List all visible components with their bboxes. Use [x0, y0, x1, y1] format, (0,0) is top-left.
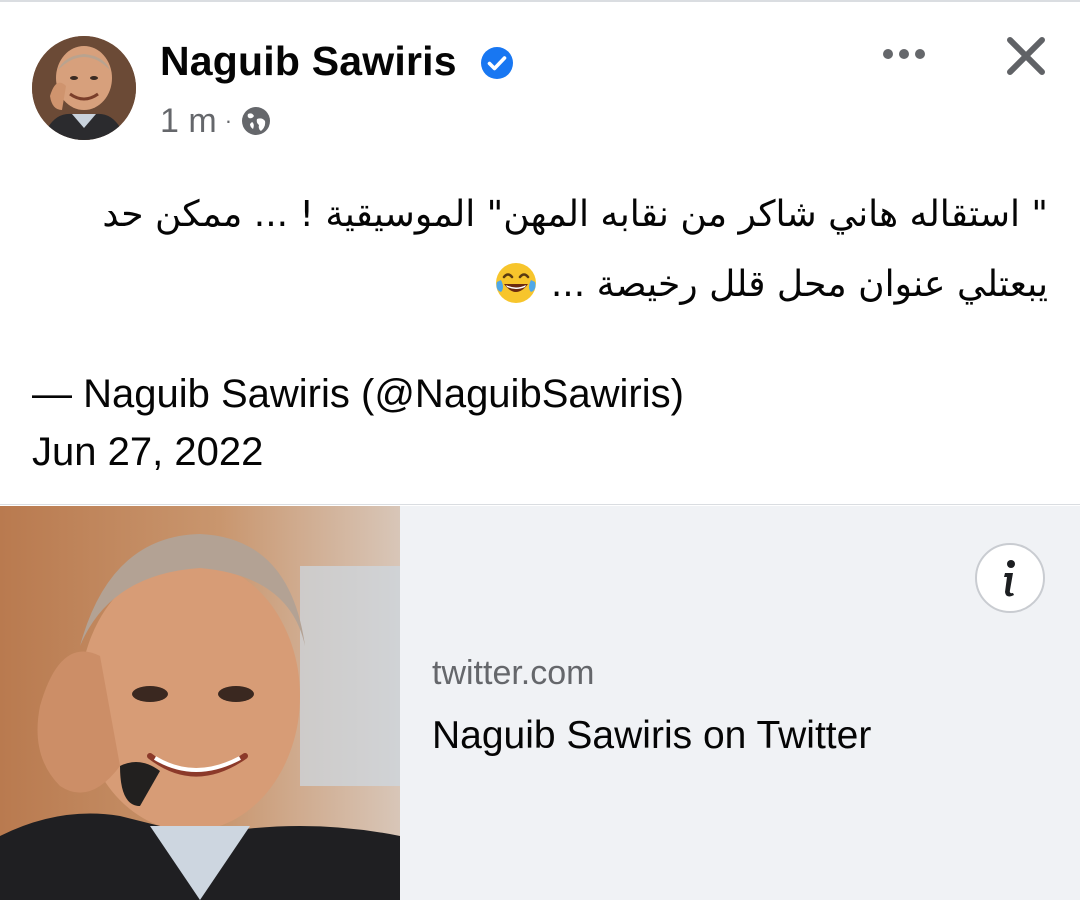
close-icon[interactable] — [1004, 34, 1048, 78]
globe-icon[interactable] — [240, 105, 272, 137]
link-preview-body[interactable]: twitter.com Naguib Sawiris on Twitter — [400, 506, 1080, 900]
post-header: Naguib Sawiris 1 m · — [0, 0, 1080, 150]
link-title[interactable]: Naguib Sawiris on Twitter — [432, 714, 871, 758]
meta-separator: · — [224, 108, 233, 133]
post-text: " استقاله هاني شاكر من نقابه المهن" المو… — [32, 180, 1048, 320]
post-meta: 1 m · — [160, 101, 272, 141]
link-domain: twitter.com — [432, 654, 595, 692]
link-preview-card[interactable]: twitter.com Naguib Sawiris on Twitter — [0, 504, 1080, 900]
face-with-tears-of-joy-icon — [496, 263, 537, 303]
author-name[interactable]: Naguib Sawiris — [160, 38, 457, 85]
post-text-line-2-text: يبعتلي عنوان محل قلل رخيصة ... — [550, 264, 1048, 305]
post-text-line-2: يبعتلي عنوان محل قلل رخيصة ... — [32, 250, 1048, 320]
link-thumbnail[interactable] — [0, 506, 400, 900]
tweet-attribution[interactable]: — Naguib Sawiris (@NaguibSawiris) — [32, 372, 684, 417]
verified-badge-icon — [481, 47, 513, 79]
more-options-icon[interactable] — [880, 36, 928, 72]
tweet-date[interactable]: Jun 27, 2022 — [32, 430, 263, 475]
post-time[interactable]: 1 m — [160, 102, 217, 141]
info-icon[interactable] — [974, 542, 1046, 614]
author-avatar[interactable] — [32, 36, 136, 140]
post-text-line-1: " استقاله هاني شاكر من نقابه المهن" المو… — [102, 194, 1048, 235]
